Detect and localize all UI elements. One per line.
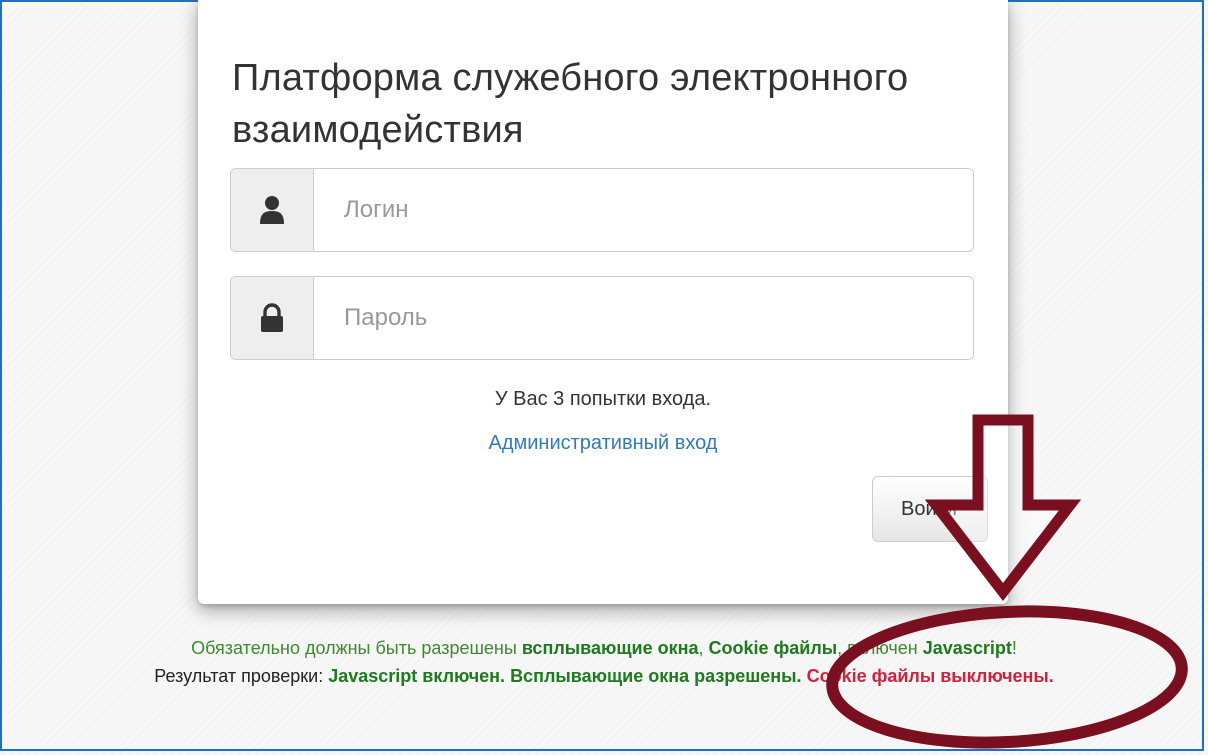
login-input-group [230,168,974,252]
page-title: Платформа служебного электронного взаимо… [232,57,909,151]
js-status: Javascript включен. [328,666,506,686]
requirements-middle: , включен [837,638,918,658]
requirements-javascript: Javascript [922,638,1012,658]
popups-status: Всплывающие окна разрешены. [510,666,802,686]
password-input-group [230,276,974,360]
password-input[interactable] [314,277,973,359]
login-card: Платформа служебного электронного взаимо… [198,0,1008,604]
attempts-text: У Вас 3 попытки входа. [494,388,712,410]
requirements-text: Обязательно должны быть разрешены всплыв… [0,638,1208,659]
lock-icon [231,277,314,359]
requirements-comma: , [698,638,704,658]
check-result-label: Результат проверки: [154,666,324,686]
admin-login-link[interactable]: Административный вход [198,432,1008,455]
requirements-cookies: Cookie файлы [708,638,838,658]
check-result-text: Результат проверки: Javascript включен. … [0,666,1208,687]
login-input[interactable] [314,169,973,251]
requirements-suffix: ! [1011,638,1017,658]
user-icon [231,169,314,251]
login-button[interactable]: Войти [872,476,988,542]
requirements-popups: всплывающие окна [521,638,699,658]
requirements-prefix: Обязательно должны быть разрешены [191,638,517,658]
cookie-status: Cookie файлы выключены. [806,666,1054,686]
